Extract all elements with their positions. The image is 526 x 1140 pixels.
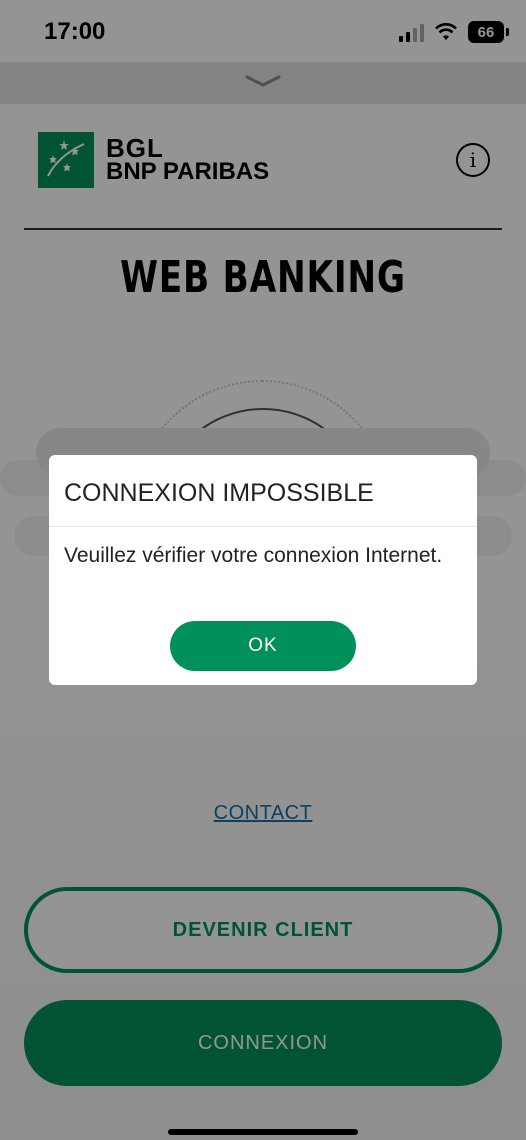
error-dialog: CONNEXION IMPOSSIBLE Veuillez vérifier v…	[49, 455, 477, 685]
home-indicator[interactable]	[168, 1129, 358, 1135]
dialog-divider	[49, 526, 477, 527]
dialog-title: CONNEXION IMPOSSIBLE	[64, 479, 374, 507]
ok-button[interactable]: OK	[170, 621, 356, 671]
dialog-message: Veuillez vérifier votre connexion Intern…	[64, 544, 443, 567]
